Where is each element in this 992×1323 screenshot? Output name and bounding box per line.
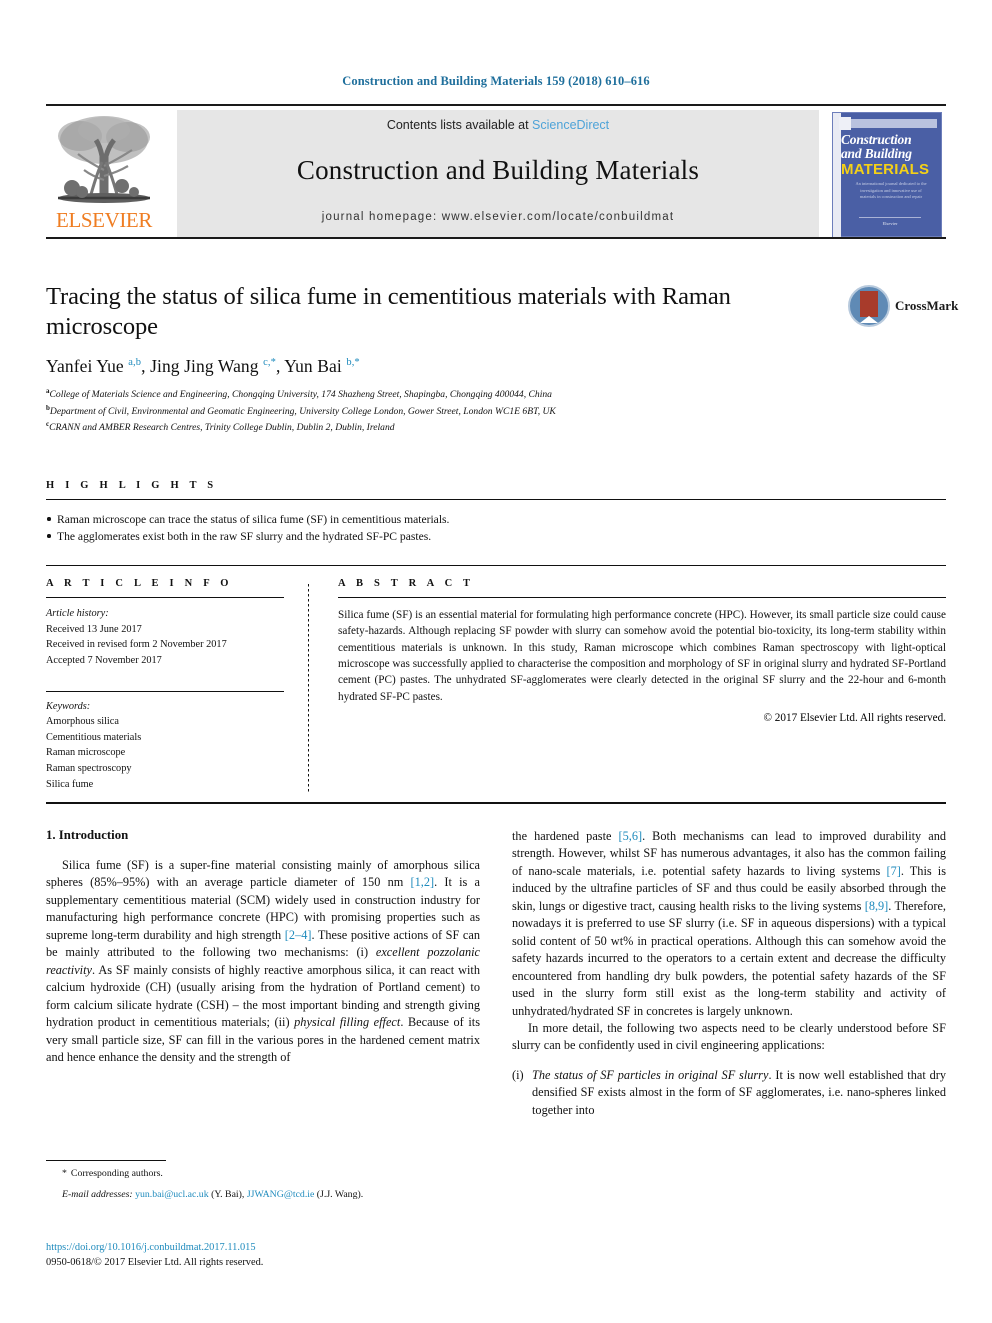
running-head: Construction and Building Materials 159 … — [342, 74, 650, 88]
corresponding-authors-line: * Corresponding authors. — [46, 1167, 480, 1182]
highlights-rule — [46, 499, 946, 500]
masthead-bottom-rule — [46, 237, 946, 239]
journal-homepage-line[interactable]: journal homepage: www.elsevier.com/locat… — [177, 211, 819, 223]
highlight-item: Raman microscope can trace the status of… — [46, 511, 946, 528]
masthead-top-rule — [46, 104, 946, 106]
email-link-2[interactable]: JJWANG@tcd.ie — [247, 1189, 315, 1200]
article-history-item: Accepted 7 November 2017 — [46, 654, 162, 666]
crossmark-badge[interactable]: CrossMark — [848, 285, 958, 329]
article-info-rule — [46, 597, 284, 598]
elsevier-logo: ELSEVIER — [46, 110, 162, 239]
cover-title-line3: MATERIALS — [841, 161, 930, 178]
cover-spine — [833, 113, 841, 238]
journal-masthead: ELSEVIER Contents lists available at Sci… — [46, 104, 946, 239]
body-paragraph: In more detail, the following two aspect… — [512, 1020, 946, 1053]
cover-title-line2: and Building — [841, 146, 912, 161]
paper-page: Construction and Building Materials 159 … — [0, 0, 992, 1323]
masthead-center-panel: Contents lists available at ScienceDirec… — [177, 110, 819, 239]
affiliation-item: cCRANN and AMBER Research Centres, Trini… — [46, 419, 946, 436]
cover-blurb: An international journal dedicated to th… — [855, 181, 927, 200]
cover-top-bar — [843, 119, 937, 128]
keyword-item: Cementitious materials — [46, 731, 142, 743]
title-block: Tracing the status of silica fume in cem… — [46, 282, 958, 436]
highlights-label: H I G H L I G H T S — [46, 480, 218, 491]
cover-foot-rule — [859, 217, 921, 218]
asterisk-icon: * — [62, 1168, 67, 1179]
highlights-bottom-rule — [46, 565, 946, 566]
keywords-list: Keywords: Amorphous silica Cementitious … — [46, 699, 284, 793]
article-history-item: Received 13 June 2017 — [46, 623, 142, 635]
contents-lists-prefix: Contents lists available at — [386, 118, 533, 132]
sciencedirect-link[interactable]: ScienceDirect — [532, 118, 609, 132]
affiliation-text: CRANN and AMBER Research Centres, Trinit… — [49, 422, 395, 434]
article-history-item: Received in revised form 2 November 2017 — [46, 639, 227, 651]
keyword-item: Amorphous silica — [46, 716, 119, 728]
article-history: Article history: Received 13 June 2017 R… — [46, 606, 284, 669]
affiliation-item: aCollege of Materials Science and Engine… — [46, 386, 946, 403]
bullet-icon — [47, 534, 51, 538]
column-divider — [308, 584, 309, 792]
footnote-rule — [46, 1160, 166, 1161]
keywords-label: Keywords: — [46, 700, 91, 712]
cover-elsevier-mark-icon — [839, 117, 851, 130]
abstract-copyright: © 2017 Elsevier Ltd. All rights reserved… — [763, 712, 947, 725]
bullet-icon — [47, 517, 51, 521]
highlight-text: The agglomerates exist both in the raw S… — [57, 530, 432, 544]
affiliation-list: aCollege of Materials Science and Engine… — [46, 386, 946, 436]
list-item-text: The status of SF particles in original S… — [532, 1067, 946, 1117]
info-abstract-block: A R T I C L E I N F O Article history: R… — [46, 578, 946, 808]
body-paragraph: Silica fume (SF) is a super-fine materia… — [46, 858, 481, 1064]
abstract-text: Silica fume (SF) is an essential materia… — [338, 609, 946, 703]
article-history-label: Article history: — [46, 608, 109, 619]
cover-inner: Construction and Building MATERIALS An i… — [832, 112, 942, 238]
page-title: Tracing the status of silica fume in cem… — [46, 283, 731, 340]
keywords-rule — [46, 690, 284, 692]
highlight-text: Raman microscope can trace the status of… — [57, 513, 450, 526]
author-list: Yanfei Yue a,b, Jing Jing Wang c,*, Yun … — [46, 355, 360, 376]
email-link-1[interactable]: yun.bai@ucl.ac.uk — [135, 1189, 209, 1200]
keyword-item: Raman microscope — [46, 747, 126, 759]
footnote-block: * Corresponding authors. E-mail addresses… — [46, 1160, 480, 1202]
keyword-item: Silica fume — [46, 778, 94, 790]
body-left-column: 1. Introduction Silica fume (SF) is a su… — [46, 828, 480, 1066]
abstract-label: A B S T R A C T — [338, 578, 475, 589]
affiliation-item: bDepartment of Civil, Environmental and … — [46, 403, 946, 420]
crossmark-bookmark-icon — [860, 291, 878, 323]
email-owner-1: (Y. Bai), — [211, 1188, 245, 1200]
highlights-section: H I G H L I G H T S Raman microscope can… — [46, 480, 946, 566]
abstract-column: A B S T R A C T Silica fume (SF) is an e… — [338, 578, 946, 724]
email-label: E-mail addresses: — [62, 1188, 133, 1200]
corresponding-authors-text: Corresponding authors. — [70, 1168, 163, 1179]
crossmark-label: CrossMark — [895, 298, 959, 313]
elsevier-tree-icon — [58, 116, 150, 203]
keyword-item: Raman spectroscopy — [46, 763, 132, 775]
numbered-list-item: (i) The status of SF particles in origin… — [512, 1067, 946, 1119]
info-abstract-bottom-rule — [46, 802, 946, 804]
list-item-marker: (i) — [512, 1067, 524, 1082]
doi-link[interactable]: https://doi.org/10.1016/j.conbuildmat.20… — [46, 1242, 480, 1253]
issn-copyright-line: 0950-0618/© 2017 Elsevier Ltd. All right… — [46, 1257, 264, 1268]
highlight-item: The agglomerates exist both in the raw S… — [46, 528, 946, 545]
cover-footer-text: Elsevier — [882, 221, 898, 226]
contents-lists-line: Contents lists available at ScienceDirec… — [177, 118, 819, 132]
body-right-column: the hardened paste [5,6]. Both mechanism… — [512, 828, 946, 1119]
article-info-label: A R T I C L E I N F O — [46, 578, 233, 589]
highlights-list: Raman microscope can trace the status of… — [46, 511, 946, 546]
email-owner-2: (J.J. Wang). — [316, 1188, 364, 1200]
abstract-rule — [338, 597, 946, 598]
journal-title: Construction and Building Materials — [296, 155, 700, 185]
section-heading-introduction: 1. Introduction — [46, 828, 129, 842]
affiliation-text: College of Materials Science and Enginee… — [49, 388, 552, 400]
affiliation-text: Department of Civil, Environmental and G… — [49, 405, 556, 417]
article-info-column: A R T I C L E I N F O Article history: R… — [46, 578, 284, 792]
elsevier-wordmark: ELSEVIER — [56, 208, 152, 232]
body-paragraph: the hardened paste [5,6]. Both mechanism… — [512, 829, 947, 1018]
journal-cover-thumbnail: Construction and Building MATERIALS An i… — [828, 110, 946, 239]
email-addresses-line: E-mail addresses: yun.bai@ucl.ac.uk (Y. … — [46, 1188, 480, 1203]
